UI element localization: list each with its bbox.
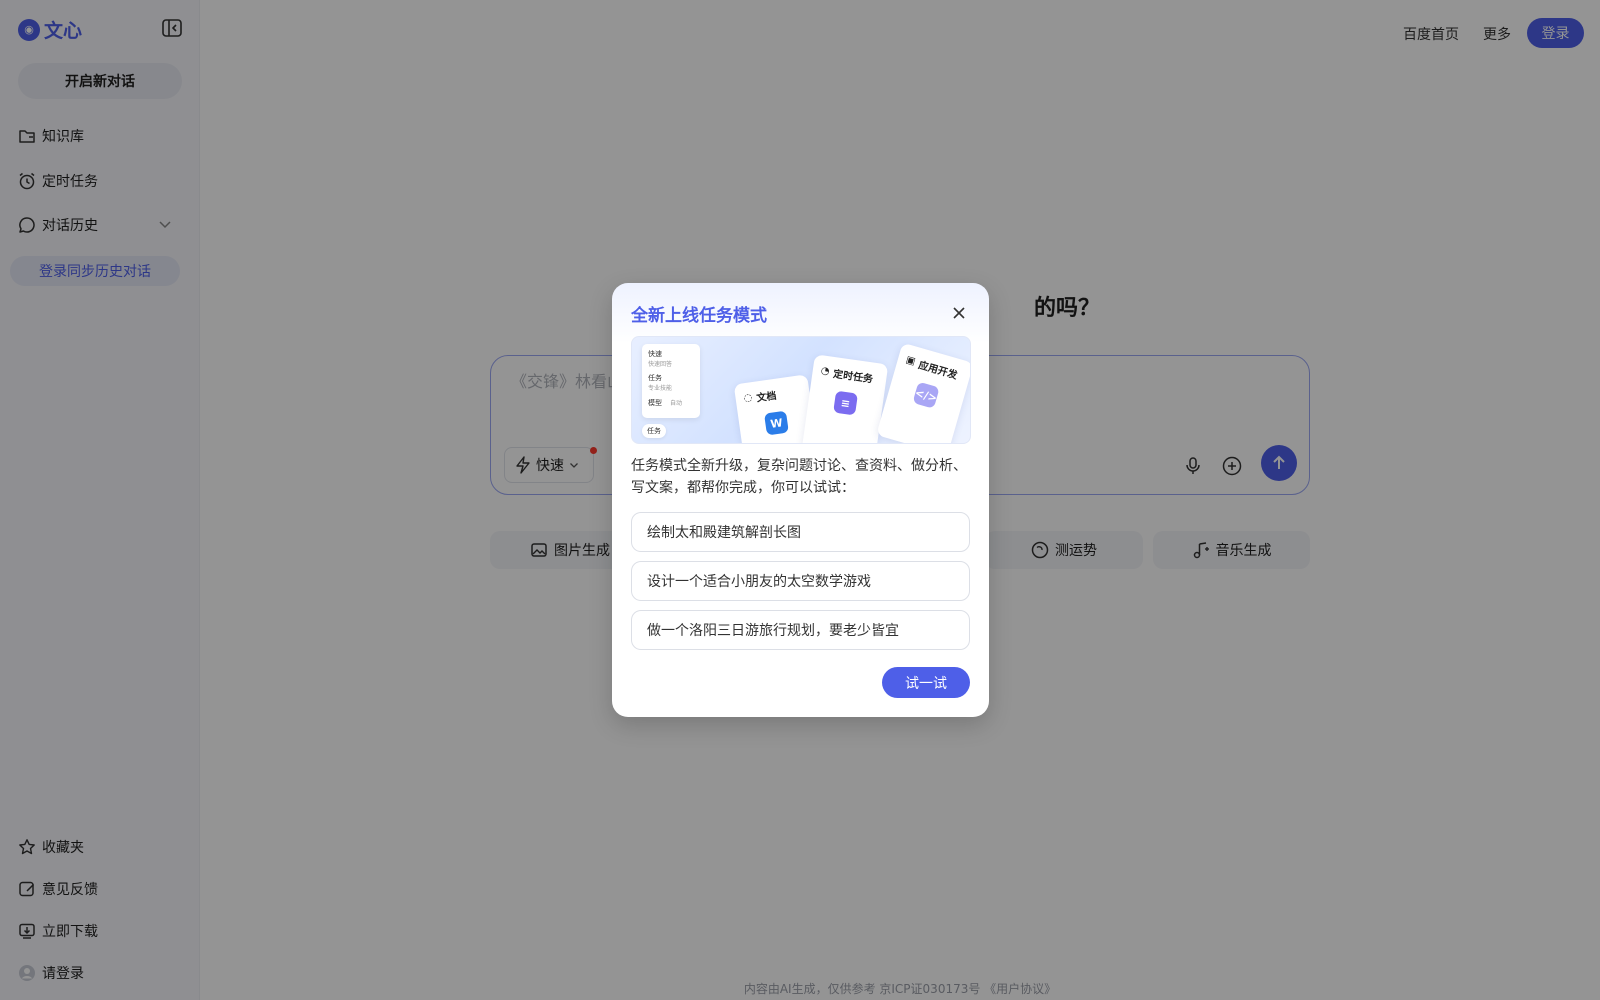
banner-text: 任务 [648,374,662,382]
code-icon: </> [912,381,940,409]
banner-text: 任务 [642,424,666,438]
alarm-clock-icon: ◔ [820,365,831,378]
feature-banner-image: 快速 快速回答 任务 专业技能 模型 自动 任务 ◌ 文档 W ◔ 定时任务 ≡ ▣… [631,336,971,444]
close-icon[interactable] [951,305,967,321]
suggestion-option[interactable]: 绘制太和殿建筑解剖长图 [631,512,970,552]
banner-text: 快速 [648,350,662,358]
dialog-description: 任务模式全新升级，复杂问题讨论、查资料、做分析、写文案，都帮你完成，你可以试试： [631,458,967,496]
try-button[interactable]: 试一试 [882,667,970,698]
banner-text: 应用开发 [916,360,959,382]
schedule-card-illustration: ◔ 定时任务 ≡ [801,354,889,443]
suggestion-option[interactable]: 设计一个适合小朋友的太空数学游戏 [631,561,970,601]
banner-text: 专业技能 [648,385,673,392]
doc-icon: ◌ [742,392,754,405]
note-icon: ≡ [833,390,858,416]
word-icon: W [764,410,789,436]
banner-text: 模型 [648,399,662,407]
dev-card-illustration: ▣ 应用开发 </> [876,342,970,443]
app-icon: ▣ [904,354,917,368]
banner-text: 快速回答 [648,361,673,368]
banner-text: 定时任务 [832,369,874,386]
task-mode-dialog: 全新上线任务模式 快速 快速回答 任务 专业技能 模型 自动 任务 ◌ 文档 W … [612,283,989,717]
banner-text: 自动 [670,400,683,407]
mode-menu-illustration: 快速 快速回答 任务 专业技能 模型 自动 [642,344,700,418]
banner-text: 文档 [755,390,778,405]
suggestion-option[interactable]: 做一个洛阳三日游旅行规划，要老少皆宜 [631,610,970,650]
dialog-title: 全新上线任务模式 [631,306,767,326]
